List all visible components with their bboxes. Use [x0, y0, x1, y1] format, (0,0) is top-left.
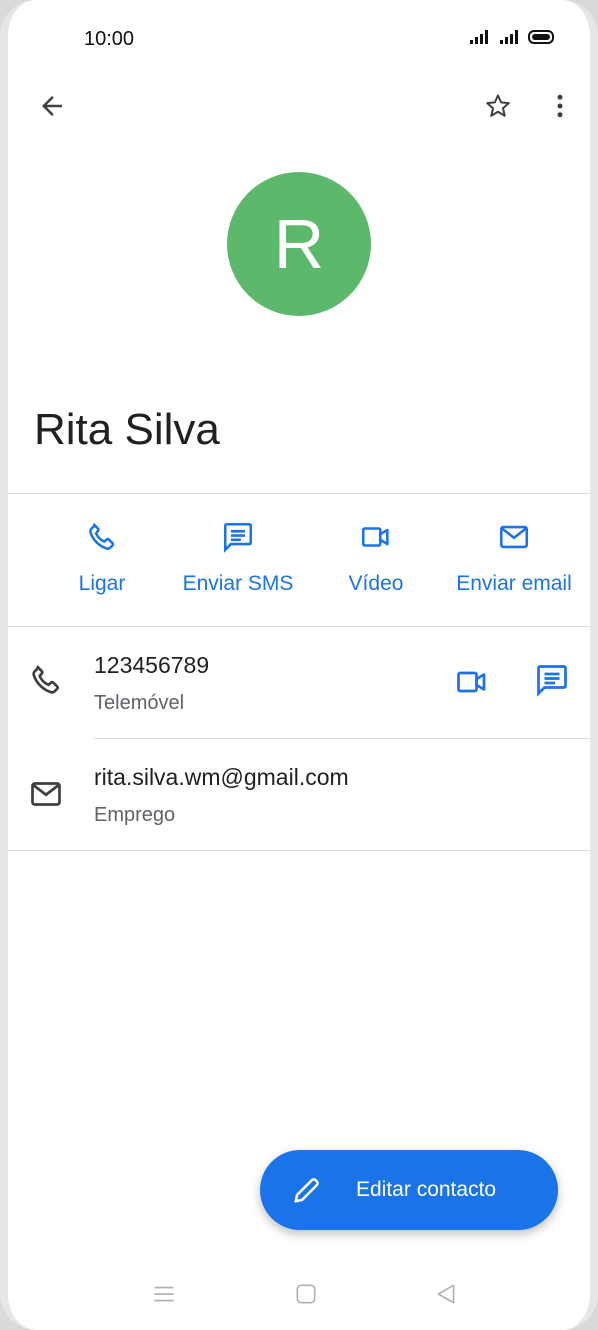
more-options-button[interactable]	[538, 84, 582, 128]
video-icon	[457, 671, 486, 693]
battery-icon	[528, 30, 554, 44]
top-app-bar	[8, 84, 590, 132]
recent-apps-button[interactable]	[146, 1276, 182, 1312]
status-icons	[470, 30, 554, 44]
home-square-icon	[296, 1284, 316, 1304]
email-icon	[31, 782, 61, 806]
arrow-back-icon	[42, 96, 62, 116]
divider	[8, 493, 590, 494]
contact-avatar[interactable]: R	[227, 172, 371, 316]
back-nav-button[interactable]	[428, 1276, 464, 1312]
email-icon	[499, 525, 529, 549]
home-button[interactable]	[288, 1276, 324, 1312]
divider	[94, 738, 590, 739]
star-outline-icon	[486, 94, 510, 117]
video-call-button[interactable]	[450, 660, 494, 704]
signal-icon	[470, 30, 488, 44]
signal-icon-2	[500, 30, 518, 44]
phone-row[interactable]: 123456789 Telemóvel	[8, 646, 590, 738]
email-action[interactable]: Enviar email	[442, 520, 586, 596]
more-vert-icon	[557, 94, 563, 118]
edit-contact-label: Editar contacto	[356, 1178, 497, 1201]
email-action-label: Enviar email	[456, 572, 572, 595]
phone-type: Telemóvel	[94, 692, 185, 714]
sms-action-label: Enviar SMS	[182, 572, 294, 595]
contact-name: Rita Silva	[34, 405, 220, 454]
email-address: rita.silva.wm@gmail.com	[94, 764, 349, 790]
video-icon	[361, 527, 389, 547]
divider	[8, 626, 590, 627]
triangle-back-icon	[437, 1284, 455, 1304]
menu-icon	[154, 1286, 174, 1302]
call-action[interactable]: Ligar	[56, 520, 148, 596]
phone-screen: 10:00 R Rita Silva Ligar Enviar SMS Víde…	[0, 0, 598, 1330]
status-bar: 10:00	[8, 24, 590, 54]
video-action[interactable]: Vídeo	[332, 520, 420, 596]
avatar-initial: R	[273, 205, 325, 283]
sms-action[interactable]: Enviar SMS	[170, 520, 306, 596]
send-sms-button[interactable]	[530, 658, 574, 702]
phone-icon	[32, 664, 60, 694]
email-row[interactable]: rita.silva.wm@gmail.com Emprego	[8, 758, 590, 850]
edit-contact-button[interactable]: Editar contacto	[260, 1150, 558, 1230]
status-time: 10:00	[84, 28, 135, 50]
message-icon	[223, 522, 253, 553]
navigation-bar	[8, 1276, 590, 1312]
phone-icon	[89, 522, 115, 550]
message-icon	[537, 665, 567, 697]
call-action-label: Ligar	[78, 572, 126, 595]
email-type: Emprego	[94, 804, 176, 826]
divider	[8, 850, 590, 851]
phone-number: 123456789	[94, 652, 210, 678]
edit-icon	[294, 1178, 319, 1203]
video-action-label: Vídeo	[348, 572, 404, 595]
quick-actions: Ligar Enviar SMS Vídeo Enviar email	[8, 520, 590, 610]
back-button[interactable]	[30, 84, 74, 128]
favorite-button[interactable]	[476, 84, 520, 128]
